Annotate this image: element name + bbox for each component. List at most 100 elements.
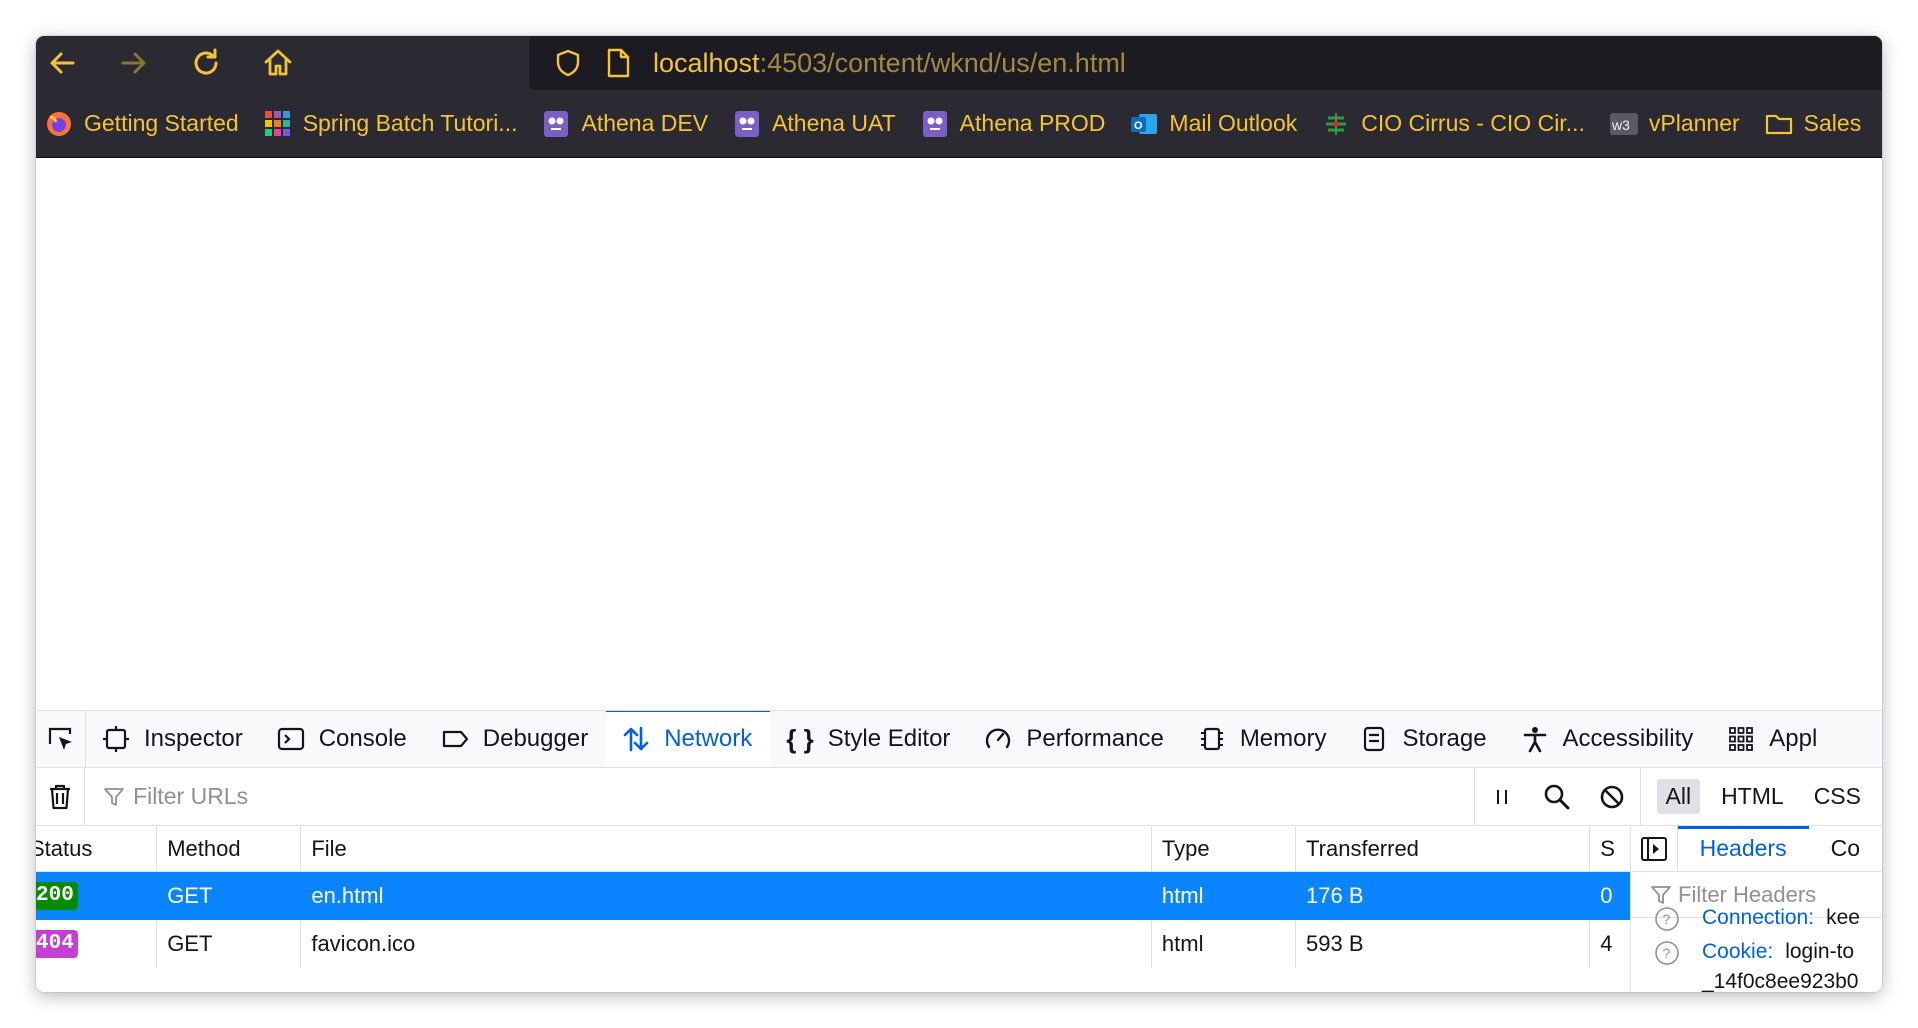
search-button[interactable] [1530,768,1585,826]
help-icon[interactable]: ? [1654,940,1680,966]
bookmark-label: vPlanner [1648,110,1740,136]
bookmark-label: CIO Cirrus - CIO Cir... [1361,110,1585,136]
bookmark-athena-uat[interactable]: Athena UAT [732,109,896,139]
back-arrow-icon [50,52,75,74]
tab-memory[interactable]: Memory [1182,711,1345,767]
column-type[interactable]: Type [1152,826,1297,871]
home-button[interactable] [254,36,302,90]
type-filter-all[interactable]: All [1656,779,1701,814]
svg-text:w3: w3 [1611,117,1630,133]
folder-icon [1764,109,1794,139]
sidebar-toggle-icon [1641,836,1668,861]
forward-button[interactable] [110,36,158,90]
url-bar[interactable]: localhost:4503/content/wknd/us/en.html [529,36,1882,90]
memory-icon [1200,727,1223,751]
outlook-icon: O [1129,109,1159,139]
tab-debugger[interactable]: Debugger [425,711,606,767]
filter-urls[interactable] [85,767,1475,826]
bookmark-cio-cirrus[interactable]: CIO Cirrus - CIO Cir... [1321,109,1585,139]
filter-icon [1651,885,1671,904]
filter-icon [104,787,124,806]
grid-icon [263,109,293,139]
bookmark-spring-batch[interactable]: Spring Batch Tutori... [263,109,517,139]
bookmark-label: Athena PROD [959,110,1106,136]
bookmark-athena-prod[interactable]: Athena PROD [920,109,1106,139]
bookmark-getting-started[interactable]: Getting Started [44,109,239,139]
reload-button[interactable] [182,36,230,90]
tab-inspector[interactable]: Inspector [86,711,261,767]
network-icon [623,726,649,752]
tab-label: Appl [1769,725,1818,752]
filter-urls-input[interactable] [133,783,1434,810]
table-row[interactable]: 404 GET favicon.ico html 593 B 4 [36,920,1630,968]
help-icon[interactable]: ? [1654,906,1680,932]
column-size[interactable]: S [1590,826,1630,871]
svg-text:?: ? [1663,945,1671,961]
tab-label: Storage [1402,725,1487,752]
clear-button[interactable] [36,767,86,826]
debugger-icon [442,730,468,748]
tab-headers[interactable]: Headers [1677,826,1809,872]
pause-icon [1497,789,1508,804]
tab-accessibility[interactable]: Accessibility [1505,711,1712,767]
block-requests-button[interactable] [1585,768,1640,826]
bookmark-athena-dev[interactable]: Athena DEV [541,109,708,139]
tab-label: Debugger [482,725,589,752]
inspector-icon [103,726,129,752]
column-method[interactable]: Method [157,826,302,871]
request-details-panel: Headers Co ? Connection: kee ? Cookie: l… [1632,826,1882,992]
pause-button[interactable] [1475,768,1530,826]
tab-style-editor[interactable]: { } Style Editor [770,711,968,767]
table-row[interactable]: 200 GET en.html html 176 B 0 [36,872,1630,920]
header-value: login-to [1785,940,1855,963]
header-name: Connection: [1702,906,1815,929]
bookmark-vplanner[interactable]: w3 vPlanner [1609,109,1740,139]
forward-arrow-icon [121,52,146,74]
tab-label: Accessibility [1562,725,1694,752]
element-picker-button[interactable] [36,711,86,767]
trash-icon [50,784,71,809]
back-button[interactable] [38,36,86,90]
transferred-cell: 176 B [1306,883,1364,908]
tab-network[interactable]: Network [606,711,771,767]
svg-text:O: O [1134,120,1143,132]
tab-label: Network [664,725,753,752]
firefox-icon [44,109,74,139]
method-cell: GET [157,920,302,968]
page-info-icon[interactable] [605,48,631,78]
file-cell: en.html [311,883,384,908]
w3-icon: w3 [1609,109,1639,139]
page-viewport[interactable] [36,159,1882,710]
status-badge: 404 [36,930,78,958]
tracking-protection-shield-icon[interactable] [553,48,583,78]
type-cell: html [1161,883,1204,908]
storage-icon [1364,726,1385,752]
column-transferred[interactable]: Transferred [1296,826,1591,871]
status-cell: 404 [36,920,158,968]
network-filter-bar: All HTML CSS [36,767,1882,826]
type-filter-css[interactable]: CSS [1805,779,1870,814]
tab-console[interactable]: Console [261,711,425,767]
filter-headers-input[interactable] [1678,881,1878,908]
tab-application[interactable]: Appl [1711,711,1835,767]
column-file[interactable]: File [301,826,1152,871]
browser-toolbar: localhost:4503/content/wknd/us/en.html [36,36,1882,90]
tab-storage[interactable]: Storage [1344,711,1504,767]
tab-performance[interactable]: Performance [968,711,1181,767]
devtools-panel: Inspector Console Debugger Network { } S… [36,710,1882,992]
type-filter-html[interactable]: HTML [1712,779,1793,814]
reload-icon [194,48,218,75]
toggle-sidebar-button[interactable] [1632,826,1678,872]
status-badge: 200 [36,882,78,910]
tab-cookies[interactable]: Co [1809,826,1882,872]
tab-label: Performance [1026,725,1164,752]
style-editor-icon: { } [786,724,814,754]
bookmark-sales-folder[interactable]: Sales [1764,109,1861,139]
header-row-connection: ? Connection: kee [1632,906,1882,940]
application-icon [1729,727,1754,751]
owl-icon [541,109,571,139]
url-text[interactable]: localhost:4503/content/wknd/us/en.html [653,48,1126,79]
bookmark-mail-outlook[interactable]: O Mail Outlook [1129,109,1297,139]
devtools-tabbar: Inspector Console Debugger Network { } S… [36,710,1882,768]
column-status[interactable]: Status [36,826,158,871]
